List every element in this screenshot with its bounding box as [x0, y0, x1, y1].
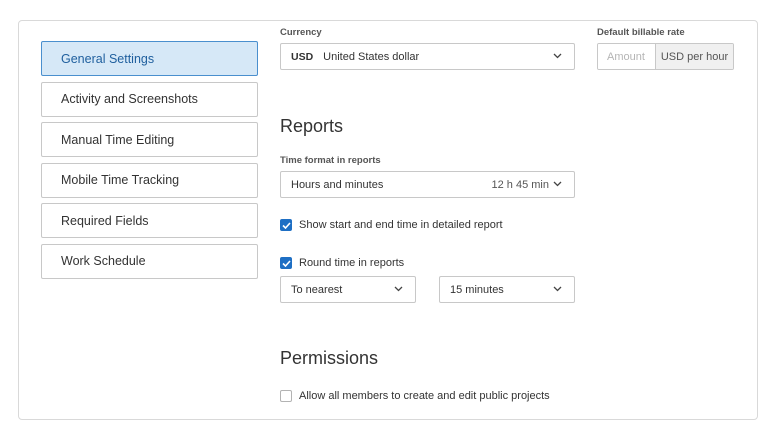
checkmark-icon	[281, 221, 291, 229]
round-mode-select[interactable]: To nearest	[280, 276, 416, 303]
sidebar-item-mobile-time-tracking[interactable]: Mobile Time Tracking	[41, 162, 258, 198]
chevron-down-icon	[553, 53, 562, 59]
sidebar-item-label: Mobile Time Tracking	[61, 173, 180, 187]
allow-public-projects-checkbox[interactable]	[280, 390, 292, 402]
billable-rate-unit: USD per hour	[655, 44, 733, 69]
sidebar-item-label: General Settings	[61, 51, 155, 66]
reports-heading: Reports	[280, 116, 344, 136]
time-format-label: Time format in reports	[280, 155, 381, 166]
allow-public-projects-label: Allow all members to create and edit pub…	[299, 390, 550, 402]
currency-select[interactable]: USD United States dollar	[280, 43, 575, 70]
time-format-select[interactable]: Hours and minutes 12 h 45 min	[280, 171, 575, 198]
currency-label: Currency	[280, 27, 322, 38]
round-time-row: Round time in reports	[280, 257, 404, 269]
billable-rate-group: USD per hour	[597, 43, 734, 70]
currency-name: United States dollar	[323, 50, 420, 63]
sidebar-item-required-fields[interactable]: Required Fields	[41, 203, 258, 238]
permissions-heading: Permissions	[280, 348, 379, 368]
sidebar-item-label: Work Schedule	[61, 254, 146, 268]
sidebar-item-work-schedule[interactable]: Work Schedule	[41, 243, 258, 279]
chevron-down-icon	[553, 286, 562, 292]
round-interval-value: 15 minutes	[450, 283, 504, 296]
sidebar-item-general-settings[interactable]: General Settings	[41, 41, 258, 76]
sidebar-item-activity-and-screenshots[interactable]: Activity and Screenshots	[41, 81, 258, 117]
billable-rate-label: Default billable rate	[597, 27, 685, 38]
round-time-label: Round time in reports	[299, 257, 405, 269]
sidebar-item-label: Activity and Screenshots	[61, 92, 198, 106]
show-start-end-checkbox[interactable]	[280, 219, 292, 231]
time-format-example: 12 h 45 min	[491, 178, 549, 191]
show-start-end-label: Show start and end time in detailed repo…	[299, 219, 503, 231]
allow-public-projects-row: Allow all members to create and edit pub…	[280, 390, 550, 402]
checkmark-icon	[281, 259, 291, 267]
chevron-down-icon	[553, 181, 562, 187]
billable-rate-amount-input[interactable]	[598, 44, 655, 69]
settings-sidebar: General Settings Activity and Screenshot…	[41, 41, 258, 284]
sidebar-item-label: Required Fields	[61, 213, 149, 228]
time-format-value: Hours and minutes	[291, 178, 384, 191]
show-start-end-row: Show start and end time in detailed repo…	[280, 219, 503, 231]
round-interval-select[interactable]: 15 minutes	[439, 276, 575, 303]
sidebar-item-label: Manual Time Editing	[61, 132, 175, 147]
round-mode-value: To nearest	[291, 283, 343, 296]
sidebar-item-manual-time-editing[interactable]: Manual Time Editing	[41, 122, 258, 157]
chevron-down-icon	[394, 286, 403, 292]
currency-code: USD	[291, 50, 314, 63]
round-time-checkbox[interactable]	[280, 257, 292, 269]
